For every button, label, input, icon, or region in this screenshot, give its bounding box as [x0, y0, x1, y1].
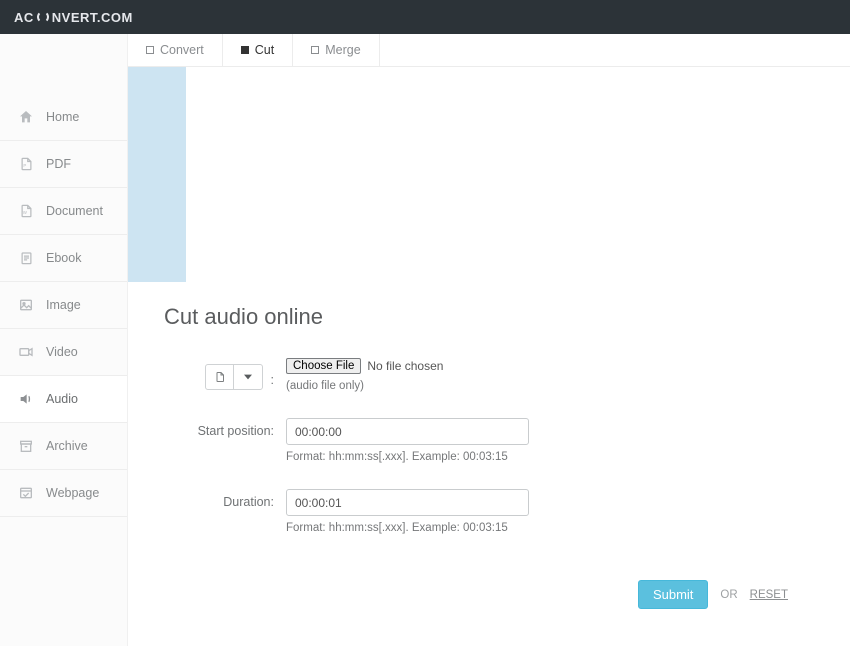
topbar: AC NVERT.COM [0, 0, 850, 34]
audio-only-hint: (audio file only) [286, 380, 850, 392]
sidebar-item-audio[interactable]: Audio [0, 376, 127, 423]
archive-icon [18, 438, 34, 454]
svg-text:P: P [23, 163, 26, 168]
tab-convert[interactable]: Convert [128, 34, 223, 66]
pdf-icon: P [18, 156, 34, 172]
sidebar-item-label: Archive [46, 439, 88, 453]
or-label: OR [720, 589, 737, 601]
start-position-hint: Format: hh:mm:ss[.xxx]. Example: 00:03:1… [286, 451, 850, 463]
submit-button[interactable]: Submit [638, 580, 708, 609]
square-icon [146, 46, 154, 54]
duration-label: Duration: [164, 489, 284, 509]
sidebar-item-label: Webpage [46, 486, 99, 500]
webpage-icon [18, 485, 34, 501]
tab-label: Convert [160, 43, 204, 57]
sidebar-item-webpage[interactable]: Webpage [0, 470, 127, 517]
sidebar-item-archive[interactable]: Archive [0, 423, 127, 470]
sidebar-item-label: Document [46, 204, 103, 218]
ebook-icon [18, 250, 34, 266]
tab-label: Cut [255, 43, 274, 57]
sidebar-item-home[interactable]: Home [0, 94, 127, 141]
svg-text:W: W [22, 210, 27, 215]
tab-merge[interactable]: Merge [293, 34, 379, 66]
cut-audio-form: : Choose File No file chosen (audio file… [164, 358, 850, 552]
choose-file-button[interactable]: Choose File [286, 358, 361, 374]
logo-pre: AC [14, 10, 34, 25]
duration-input[interactable] [286, 489, 529, 516]
video-icon [18, 344, 34, 360]
file-icon [206, 365, 234, 389]
ad-banner-area [128, 67, 850, 282]
logo-post: NVERT.COM [52, 10, 133, 25]
sidebar-item-label: Video [46, 345, 78, 359]
document-icon: W [18, 203, 34, 219]
caret-down-icon [234, 365, 262, 389]
sidebar-item-label: Ebook [46, 251, 81, 265]
tab-bar: Convert Cut Merge [128, 34, 850, 67]
sidebar-item-image[interactable]: Image [0, 282, 127, 329]
audio-icon [18, 391, 34, 407]
ad-strip [128, 67, 186, 282]
reset-link[interactable]: RESET [750, 589, 788, 601]
sidebar-item-pdf[interactable]: P PDF [0, 141, 127, 188]
tab-cut[interactable]: Cut [223, 34, 293, 66]
duration-hint: Format: hh:mm:ss[.xxx]. Example: 00:03:1… [286, 522, 850, 534]
sidebar-item-document[interactable]: W Document [0, 188, 127, 235]
start-position-label: Start position: [164, 418, 284, 438]
site-logo[interactable]: AC NVERT.COM [14, 10, 133, 25]
source-colon: : [271, 373, 274, 387]
start-position-input[interactable] [286, 418, 529, 445]
sidebar-item-video[interactable]: Video [0, 329, 127, 376]
sidebar-item-label: Image [46, 298, 81, 312]
square-icon [311, 46, 319, 54]
square-icon [241, 46, 249, 54]
refresh-icon [37, 11, 49, 23]
image-icon [18, 297, 34, 313]
sidebar-item-ebook[interactable]: Ebook [0, 235, 127, 282]
page-title: Cut audio online [164, 304, 850, 330]
sidebar: Home P PDF W Document Ebook Image [0, 34, 128, 646]
sidebar-item-label: Home [46, 110, 79, 124]
no-file-chosen-label: No file chosen [367, 359, 443, 373]
sidebar-item-label: Audio [46, 392, 78, 406]
source-type-dropdown[interactable] [205, 364, 263, 390]
tab-label: Merge [325, 43, 360, 57]
home-icon [18, 109, 34, 125]
main-panel: Convert Cut Merge Cut audio online [128, 34, 850, 646]
sidebar-item-label: PDF [46, 157, 71, 171]
